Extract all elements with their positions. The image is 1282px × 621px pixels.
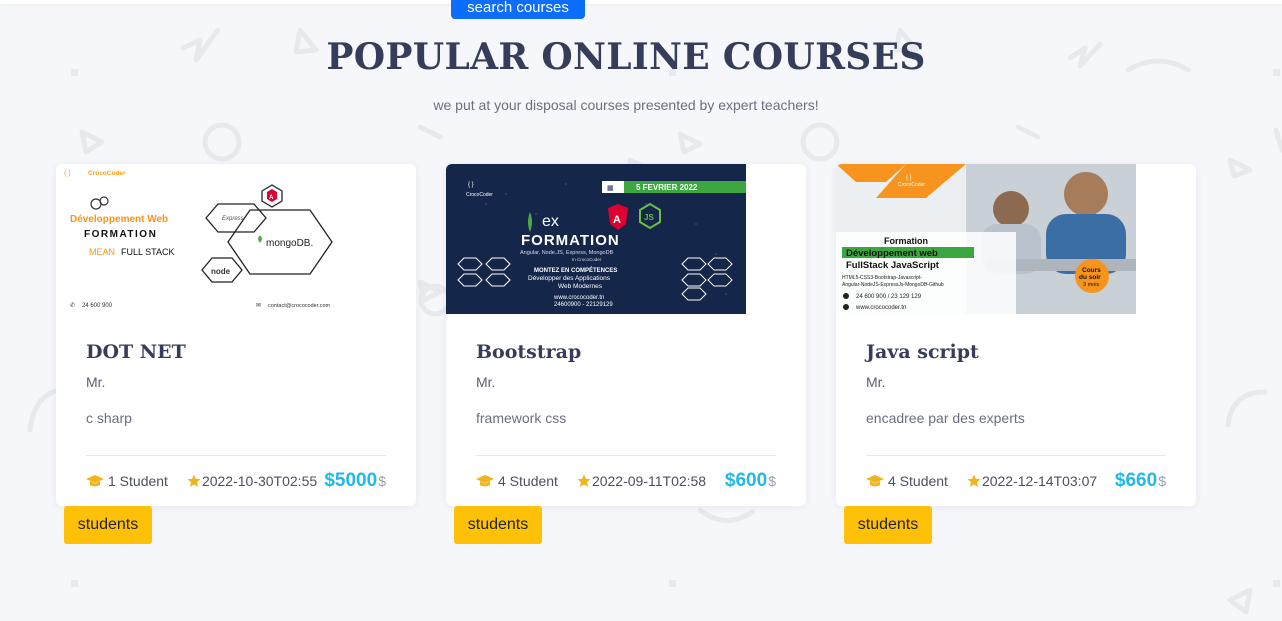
svg-text:www.crococoder.tn: www.crococoder.tn (553, 295, 604, 301)
course-card: { } CrocoCoder Formation Développement w… (836, 164, 1196, 506)
course-footer: 4 Student 2022-09-11T02:58 $600$ (476, 469, 776, 493)
course-description: encadree par des experts (866, 410, 1025, 426)
svg-text:A: A (269, 195, 274, 201)
svg-text:Cours: Cours (1082, 267, 1101, 274)
svg-text:24 600 900: 24 600 900 (82, 303, 113, 309)
course-date: 2022-12-14T03:07 (981, 473, 1098, 489)
svg-text:▦: ▦ (607, 185, 614, 192)
svg-text:{ }: { } (906, 175, 912, 181)
course-date: 2022-09-11T02:58 (591, 473, 707, 489)
course-image[interactable]: { } CrocoCoder Développement Web FORMATI… (56, 164, 356, 314)
course-title[interactable]: Java script (866, 341, 979, 363)
svg-text:FORMATION: FORMATION (84, 229, 157, 240)
svg-text:FULL STACK: FULL STACK (121, 247, 175, 257)
page-title: POPULAR ONLINE COURSES (326, 36, 926, 78)
svg-text:Développement Web: Développement Web (70, 214, 168, 225)
star-icon (187, 474, 201, 487)
course-description: c sharp (86, 410, 132, 426)
svg-text:3 mois: 3 mois (1083, 282, 1099, 288)
course-title[interactable]: Bootstrap (476, 341, 581, 363)
svg-text:contact@crococoder.com: contact@crococoder.com (268, 303, 331, 309)
course-footer: 1 Student 2022-10-30T02:55 $5000$ (86, 469, 386, 493)
svg-text:In CrocoCoder: In CrocoCoder (572, 257, 602, 262)
course-teacher: Mr. (476, 374, 496, 390)
currency-symbol: $ (378, 473, 386, 489)
search-courses-button[interactable]: search courses (451, 0, 585, 19)
svg-text:Angular, Node.JS, Express, Mon: Angular, Node.JS, Express, MongoDB (520, 250, 614, 256)
svg-text:Angular-NodeJS-ExpressJs-Mongo: Angular-NodeJS-ExpressJs-MongoDB-Github (842, 282, 944, 288)
course-price: $660$ (1114, 470, 1166, 491)
svg-text:www.crococoder.tn: www.crococoder.tn (855, 305, 906, 311)
svg-text:Web Modernes: Web Modernes (558, 283, 603, 290)
svg-text:✆: ✆ (70, 302, 75, 309)
student-count: 1 Student (108, 473, 168, 489)
top-navbar (0, 0, 1282, 4)
svg-text:CrocoCoder: CrocoCoder (898, 182, 925, 188)
svg-text:24 600 900 / 23 129 129: 24 600 900 / 23 129 129 (856, 294, 922, 300)
svg-text:A: A (613, 214, 621, 226)
svg-text:FullStack JavaScript: FullStack JavaScript (846, 260, 940, 271)
svg-text:Express: Express (222, 216, 244, 222)
course-price: $5000$ (324, 470, 386, 491)
svg-text:CrocoCoder: CrocoCoder (466, 192, 493, 198)
course-card: { } CrocoCoder ▦ 5 FEVRIER 2022 ex A JS … (446, 164, 806, 506)
star-icon (967, 474, 981, 487)
course-teacher: Mr. (86, 374, 106, 390)
graduation-cap-icon (476, 475, 494, 487)
svg-text:Développement web: Développement web (846, 248, 938, 259)
student-count: 4 Student (498, 473, 558, 489)
graduation-cap-icon (866, 475, 884, 487)
svg-text:FORMATION: FORMATION (521, 232, 620, 249)
svg-text:{ }: { } (64, 170, 71, 177)
svg-text:node: node (211, 267, 231, 276)
graduation-cap-icon (86, 475, 104, 487)
currency-symbol: $ (768, 473, 776, 489)
student-count: 4 Student (888, 473, 948, 489)
students-button[interactable]: students (844, 506, 932, 544)
card-divider (476, 455, 776, 456)
svg-text:5 FEVRIER 2022: 5 FEVRIER 2022 (636, 183, 698, 192)
svg-text:du soir: du soir (1079, 274, 1101, 281)
page-subtitle: we put at your disposal courses presente… (433, 97, 819, 113)
course-image[interactable]: { } CrocoCoder Formation Développement w… (836, 164, 1136, 314)
svg-text:MEAN: MEAN (89, 247, 115, 257)
card-divider (866, 455, 1166, 456)
course-price: $600$ (724, 470, 776, 491)
course-footer: 4 Student 2022-12-14T03:07 $660$ (866, 469, 1166, 493)
svg-text:CrocoCoder: CrocoCoder (88, 170, 126, 177)
course-title[interactable]: DOT NET (86, 341, 186, 363)
svg-text:JS: JS (644, 213, 654, 222)
svg-text:ex: ex (542, 213, 559, 230)
svg-text:Formation: Formation (884, 236, 928, 246)
svg-text:Développer des Applications: Développer des Applications (528, 275, 611, 282)
svg-text:mongoDB.: mongoDB. (266, 238, 313, 249)
svg-text:MONTEZ EN COMPÉTENCES: MONTEZ EN COMPÉTENCES (534, 266, 617, 274)
svg-text:24600900 - 22129129: 24600900 - 22129129 (554, 302, 613, 308)
svg-text:✉: ✉ (256, 303, 261, 309)
students-button[interactable]: students (454, 506, 542, 544)
course-card: { } CrocoCoder Développement Web FORMATI… (56, 164, 416, 506)
course-teacher: Mr. (866, 374, 886, 390)
card-divider (86, 455, 386, 456)
currency-symbol: $ (1158, 473, 1166, 489)
svg-text:HTML5-CSS3-Bootstrap-Javascrip: HTML5-CSS3-Bootstrap-Javascript- (842, 275, 922, 281)
svg-text:{ }: { } (468, 182, 474, 188)
course-image[interactable]: { } CrocoCoder ▦ 5 FEVRIER 2022 ex A JS … (446, 164, 746, 314)
course-description: framework css (476, 410, 567, 426)
students-button[interactable]: students (64, 506, 152, 544)
course-date: 2022-10-30T02:55 (201, 473, 318, 489)
star-icon (577, 474, 591, 487)
